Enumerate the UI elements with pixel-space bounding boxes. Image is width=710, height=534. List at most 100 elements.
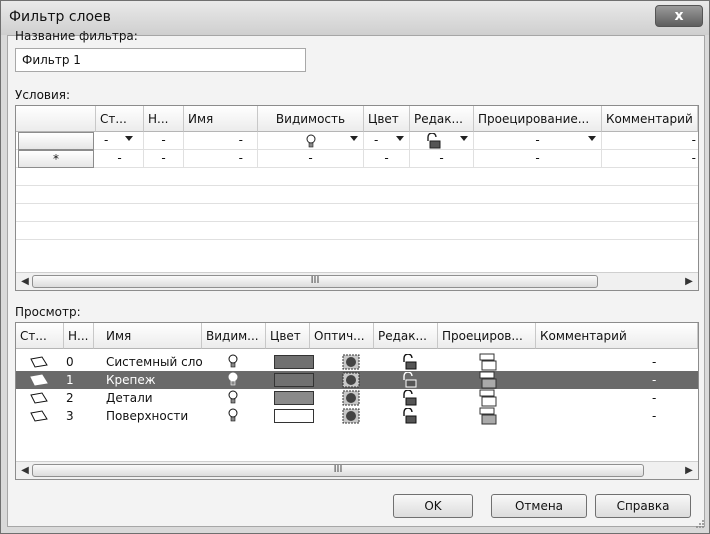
cond-col-edit[interactable]: Редак... <box>410 106 474 132</box>
layer-filter-dialog: Фильтр слоев x Название фильтра: Фильтр … <box>0 0 710 534</box>
layer-status-icon <box>30 374 48 389</box>
projection-icon[interactable] <box>478 407 498 428</box>
projection-value: - <box>535 133 540 147</box>
layer-number: 2 <box>66 391 74 405</box>
color-dropdown[interactable]: - <box>364 132 410 150</box>
layer-row[interactable]: 0 Системный сло - <box>16 353 698 371</box>
unlock-icon[interactable] <box>400 407 418 427</box>
lightbulb-icon[interactable] <box>228 372 238 390</box>
projection-cell[interactable]: - <box>474 150 602 168</box>
prev-col-projection[interactable]: Проециров... <box>438 323 536 349</box>
layer-color-swatch[interactable] <box>274 373 314 387</box>
comment-cell[interactable]: - <box>602 150 698 168</box>
new-condition-row[interactable]: * - - - - - - - - <box>16 150 698 168</box>
cond-col-status[interactable]: Ст... <box>96 106 144 132</box>
visibility-cell[interactable]: - <box>258 150 364 168</box>
layer-color-swatch[interactable] <box>274 391 314 405</box>
scroll-left-icon[interactable]: ◀ <box>18 275 32 289</box>
conditions-label: Условия: <box>15 88 71 102</box>
status-value: - <box>104 133 109 147</box>
prev-col-visibility[interactable]: Видим... <box>202 323 266 349</box>
resize-grip-icon[interactable] <box>695 519 705 529</box>
visibility-dropdown[interactable] <box>258 132 364 150</box>
condition-row[interactable]: - - - - - - <box>16 132 698 150</box>
preview-grid: Ст... Н... Имя Видим... Цвет Оптич... Ре… <box>15 322 699 480</box>
cancel-button[interactable]: Отмена <box>491 494 587 518</box>
prev-col-name[interactable]: Имя <box>94 323 202 349</box>
preview-hscrollbar[interactable]: ◀ III ▶ <box>16 461 698 479</box>
conditions-hscrollbar[interactable]: ◀ III ▶ <box>16 272 698 290</box>
empty-row <box>16 168 698 186</box>
help-button[interactable]: Справка <box>595 494 691 518</box>
layer-color-swatch[interactable] <box>274 409 314 423</box>
lightbulb-icon[interactable] <box>228 390 238 408</box>
cond-col-comment[interactable]: Комментарий <box>602 106 698 132</box>
layer-name: Детали <box>106 391 153 405</box>
dropdown-arrow-icon[interactable] <box>460 136 468 141</box>
window-title: Фильтр слоев <box>9 9 111 25</box>
layer-status-icon <box>30 392 48 407</box>
projection-dropdown[interactable]: - <box>474 132 602 150</box>
dropdown-arrow-icon[interactable] <box>125 136 133 141</box>
lightbulb-icon <box>306 134 316 148</box>
cond-col-name[interactable]: Имя <box>184 106 258 132</box>
cond-col-rowheader <box>16 106 96 132</box>
comment-cell[interactable]: - <box>602 132 698 150</box>
layer-name: Системный сло <box>106 355 203 369</box>
prev-col-status[interactable]: Ст... <box>16 323 64 349</box>
layer-row[interactable]: 3 Поверхности - <box>16 407 698 425</box>
close-button[interactable]: x <box>655 5 703 27</box>
number-cell[interactable]: - <box>144 132 184 150</box>
empty-row <box>16 204 698 222</box>
scrollbar-thumb[interactable]: III <box>32 275 598 288</box>
row-selector[interactable] <box>18 132 94 150</box>
scrollbar-thumb[interactable]: III <box>32 464 644 477</box>
scroll-right-icon[interactable]: ▶ <box>682 464 696 478</box>
prev-col-number[interactable]: Н... <box>64 323 94 349</box>
filter-name-label: Название фильтра: <box>15 29 138 43</box>
cond-col-projection[interactable]: Проецирование... <box>474 106 602 132</box>
layer-status-icon <box>30 356 48 371</box>
optics-icon[interactable] <box>342 408 360 427</box>
prev-col-edit[interactable]: Редак... <box>374 323 438 349</box>
layer-row[interactable]: 1 Крепеж - <box>16 371 698 389</box>
cond-col-number[interactable]: Н... <box>144 106 184 132</box>
number-cell[interactable]: - <box>144 150 184 168</box>
name-cell[interactable]: - <box>184 132 258 150</box>
unlock-icon <box>427 133 441 149</box>
layer-name: Поверхности <box>106 409 189 423</box>
scroll-left-icon[interactable]: ◀ <box>18 464 32 478</box>
layer-number: 3 <box>66 409 74 423</box>
layer-number: 0 <box>66 355 74 369</box>
prev-col-comment[interactable]: Комментарий <box>536 323 698 349</box>
status-dropdown[interactable]: - <box>96 132 144 150</box>
edit-dropdown[interactable] <box>410 132 474 150</box>
empty-row <box>16 222 698 240</box>
name-cell[interactable]: - <box>184 150 258 168</box>
prev-col-color[interactable]: Цвет <box>266 323 310 349</box>
layer-status-icon <box>30 410 48 425</box>
empty-row <box>16 240 698 258</box>
layer-row[interactable]: 2 Детали - <box>16 389 698 407</box>
dropdown-arrow-icon[interactable] <box>350 136 358 141</box>
color-cell[interactable]: - <box>364 150 410 168</box>
empty-row <box>16 186 698 204</box>
prev-col-optics[interactable]: Оптич... <box>310 323 374 349</box>
dropdown-arrow-icon[interactable] <box>588 136 596 141</box>
lightbulb-icon[interactable] <box>228 408 238 426</box>
lightbulb-icon[interactable] <box>228 354 238 372</box>
layer-comment: - <box>652 373 657 387</box>
filter-name-input[interactable]: Фильтр 1 <box>15 48 306 72</box>
cond-col-visibility[interactable]: Видимость <box>258 106 364 132</box>
cond-col-color[interactable]: Цвет <box>364 106 410 132</box>
layer-name: Крепеж <box>106 373 156 387</box>
dropdown-arrow-icon[interactable] <box>396 136 404 141</box>
color-value: - <box>374 133 379 147</box>
status-cell[interactable]: - <box>96 150 144 168</box>
ok-button[interactable]: OK <box>393 494 473 518</box>
edit-cell[interactable]: - <box>410 150 474 168</box>
layer-color-swatch[interactable] <box>274 355 314 369</box>
conditions-grid: Ст... Н... Имя Видимость Цвет Редак... П… <box>15 105 699 291</box>
scroll-right-icon[interactable]: ▶ <box>682 275 696 289</box>
new-row-marker[interactable]: * <box>18 150 94 168</box>
